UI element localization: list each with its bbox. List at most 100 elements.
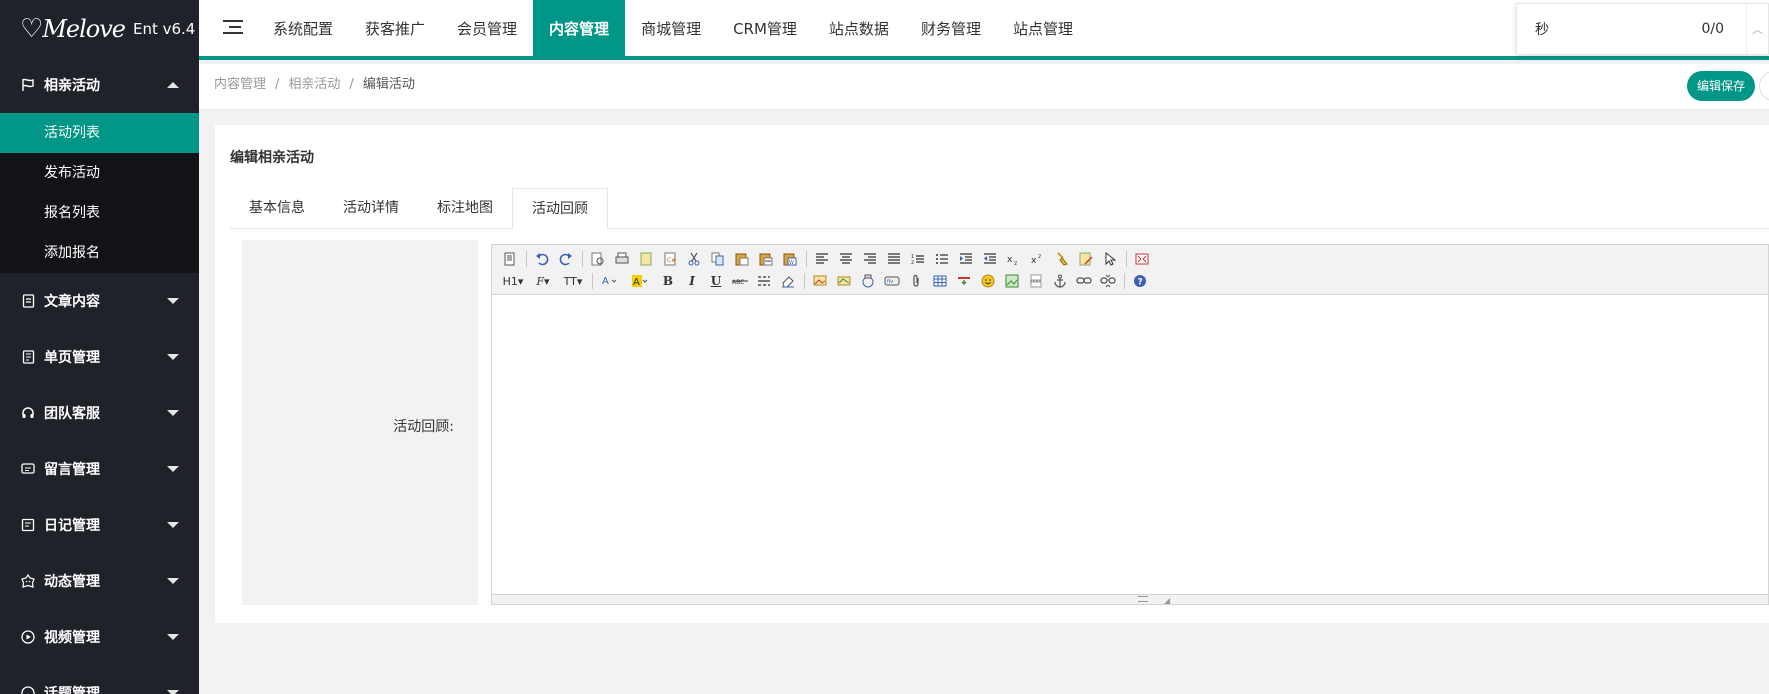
paste-word-icon[interactable]: W xyxy=(780,249,800,269)
resize-grip-icon[interactable] xyxy=(1138,596,1148,602)
paste-icon[interactable] xyxy=(732,249,752,269)
help-icon[interactable]: ? xyxy=(1130,271,1150,291)
align-right-icon[interactable] xyxy=(860,249,880,269)
link-icon[interactable] xyxy=(1074,271,1094,291)
resize-corner-icon[interactable]: ◢ xyxy=(1164,596,1170,605)
toolbar-separator xyxy=(1124,273,1125,289)
image-manager-icon[interactable] xyxy=(1002,271,1022,291)
sidebar: ♡Melove Ent v6.4 相亲活动 活动列表 发布活动 报名列表 添加报… xyxy=(0,0,199,694)
svg-text:C#: C# xyxy=(667,257,676,264)
sidebar-group-header-topics[interactable]: 话题管理 xyxy=(0,665,199,694)
code-icon[interactable]: C# xyxy=(660,249,680,269)
preview-icon[interactable] xyxy=(588,249,608,269)
breadcrumb-item[interactable]: 内容管理 xyxy=(214,77,266,92)
sidebar-group-header-activity[interactable]: 相亲活动 xyxy=(0,57,199,113)
print-icon[interactable] xyxy=(612,249,632,269)
anchor-icon[interactable] xyxy=(1050,271,1070,291)
redo-icon[interactable] xyxy=(556,249,576,269)
sidebar-group-header-moments[interactable]: 动态管理 xyxy=(0,553,199,609)
more-button[interactable] xyxy=(1759,71,1769,101)
insert-table-icon[interactable] xyxy=(930,271,950,291)
insert-code-icon[interactable] xyxy=(954,271,974,291)
attachment-icon[interactable] xyxy=(906,271,926,291)
unordered-list-icon[interactable] xyxy=(932,249,952,269)
eraser-icon[interactable] xyxy=(778,271,798,291)
brand-logo[interactable]: ♡Melove Ent v6.4 xyxy=(0,0,199,57)
sidebar-item-signup-list[interactable]: 报名列表 xyxy=(0,193,199,233)
subscript-icon[interactable]: x2 xyxy=(1004,249,1024,269)
insert-flash-icon[interactable]: flv xyxy=(882,271,902,291)
topnav-system-config[interactable]: 系统配置 xyxy=(257,0,349,56)
sidebar-group-header-team[interactable]: 团队客服 xyxy=(0,385,199,441)
font-size-dropdown[interactable]: TT ▾ xyxy=(560,271,586,291)
insert-image-icon[interactable] xyxy=(810,271,830,291)
indent-icon[interactable] xyxy=(956,249,976,269)
align-left-icon[interactable] xyxy=(812,249,832,269)
sidebar-group-label: 单页管理 xyxy=(44,350,100,366)
cut-icon[interactable] xyxy=(684,249,704,269)
tab-activity-review[interactable]: 活动回顾 xyxy=(512,188,608,230)
topnav-members[interactable]: 会员管理 xyxy=(441,0,533,56)
sidebar-group-header-messages[interactable]: 留言管理 xyxy=(0,441,199,497)
sidebar-group-header-videos[interactable]: 视频管理 xyxy=(0,609,199,665)
undo-icon[interactable] xyxy=(532,249,552,269)
insert-multi-image-icon[interactable] xyxy=(834,271,854,291)
insert-media-icon[interactable] xyxy=(858,271,878,291)
copy-icon[interactable] xyxy=(708,249,728,269)
sidebar-group-header-pages[interactable]: 单页管理 xyxy=(0,329,199,385)
sidebar-item-publish-activity[interactable]: 发布活动 xyxy=(0,153,199,193)
outdent-icon[interactable] xyxy=(980,249,1000,269)
topnav-site-manage[interactable]: 站点管理 xyxy=(997,0,1089,56)
breadcrumb-item[interactable]: 相亲活动 xyxy=(288,77,340,92)
unlink-icon[interactable] xyxy=(1098,271,1118,291)
tab-activity-details[interactable]: 活动详情 xyxy=(324,188,418,229)
topnav-promotion[interactable]: 获客推广 xyxy=(349,0,441,56)
font-color-icon[interactable]: A xyxy=(598,271,624,291)
edit-save-button[interactable]: 编辑保存 xyxy=(1687,71,1756,101)
topnav-finance[interactable]: 财务管理 xyxy=(905,0,997,56)
horizontal-rule-icon[interactable] xyxy=(754,271,774,291)
card-title: 编辑相亲活动 xyxy=(230,150,314,166)
tab-map[interactable]: 标注地图 xyxy=(418,188,512,229)
heading-label: H1 xyxy=(502,274,518,288)
sidebar-toggle-icon[interactable] xyxy=(223,20,243,40)
fullscreen-icon[interactable] xyxy=(1132,249,1152,269)
sidebar-item-add-signup[interactable]: 添加报名 xyxy=(0,233,199,273)
align-center-icon[interactable] xyxy=(836,249,856,269)
tab-basic-info[interactable]: 基本信息 xyxy=(230,188,324,229)
italic-icon[interactable]: I xyxy=(682,271,702,291)
heading-dropdown[interactable]: H1 ▾ xyxy=(500,271,526,291)
breadcrumb-bar: 内容管理 / 相亲活动 / 编辑活动 编辑保存 xyxy=(199,64,1769,110)
article-icon xyxy=(20,293,36,309)
select-all-icon[interactable] xyxy=(1100,249,1120,269)
toolbar-separator xyxy=(804,273,805,289)
format-painter-icon[interactable] xyxy=(1052,249,1072,269)
field-label-cell: 活动回顾: xyxy=(242,240,478,605)
editor-content-area[interactable] xyxy=(492,295,1768,584)
template-icon[interactable] xyxy=(636,249,656,269)
source-icon[interactable] xyxy=(500,249,520,269)
topnav-crm[interactable]: CRM管理 xyxy=(717,0,813,56)
align-justify-icon[interactable] xyxy=(884,249,904,269)
sidebar-group-header-articles[interactable]: 文章内容 xyxy=(0,273,199,329)
topnav-content[interactable]: 内容管理 xyxy=(533,0,626,56)
clear-format-icon[interactable] xyxy=(1076,249,1096,269)
sidebar-group-activity: 相亲活动 活动列表 发布活动 报名列表 添加报名 xyxy=(0,57,199,273)
sidebar-item-activity-list[interactable]: 活动列表 xyxy=(0,113,199,153)
topnav-site-data[interactable]: 站点数据 xyxy=(813,0,905,56)
ordered-list-icon[interactable]: 12 xyxy=(908,249,928,269)
sidebar-group-header-diary[interactable]: 日记管理 xyxy=(0,497,199,553)
bold-icon[interactable]: B xyxy=(658,271,678,291)
underline-icon[interactable]: U xyxy=(706,271,726,291)
paste-text-icon[interactable] xyxy=(756,249,776,269)
highlight-color-icon[interactable]: A xyxy=(628,271,654,291)
page-break-icon[interactable] xyxy=(1026,271,1046,291)
chevron-up-icon[interactable]: ︿ xyxy=(1746,4,1768,54)
topnav-shop[interactable]: 商城管理 xyxy=(625,0,717,56)
emoticon-icon[interactable] xyxy=(978,271,998,291)
countdown-counter: 0/0 xyxy=(1701,21,1724,37)
strikethrough-icon[interactable]: ABC xyxy=(730,271,750,291)
superscript-icon[interactable]: x2 xyxy=(1028,249,1048,269)
toolbar-separator xyxy=(806,251,807,267)
font-family-dropdown[interactable]: F ▾ xyxy=(530,271,556,291)
